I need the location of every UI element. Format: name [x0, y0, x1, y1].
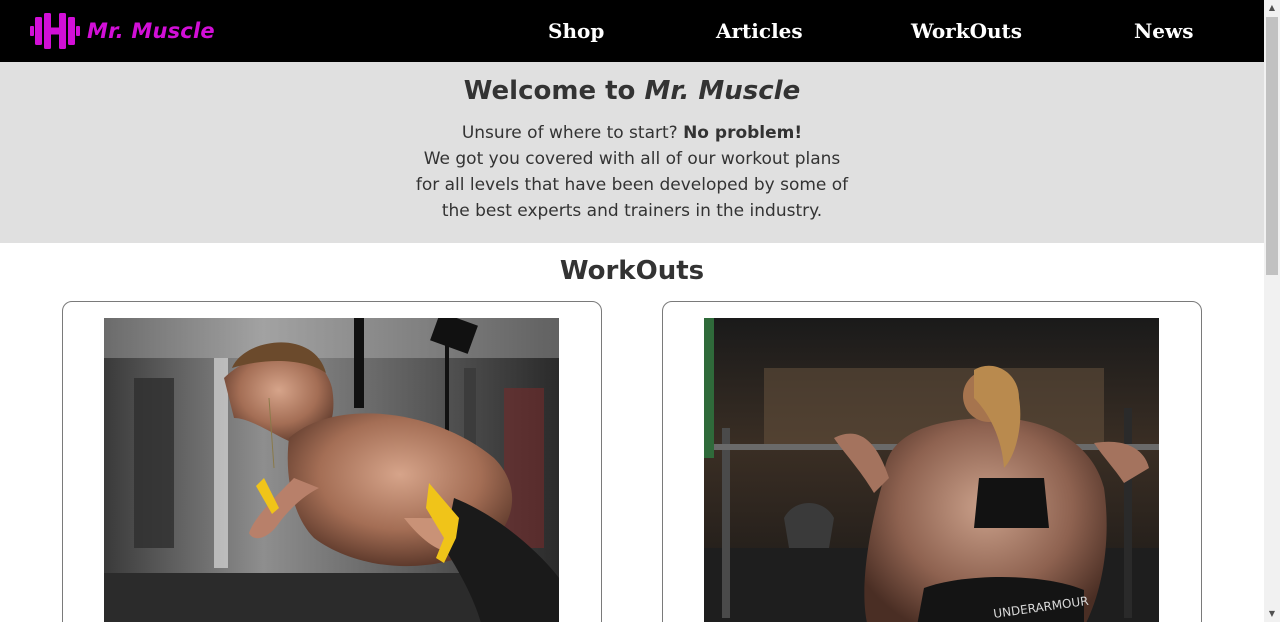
hero-line-1: Unsure of where to start? No problem!: [0, 120, 1264, 146]
hero-title: Welcome to Mr. Muscle: [0, 75, 1264, 107]
scroll-down-arrow-icon[interactable]: ▼: [1264, 606, 1280, 622]
nav-link-shop[interactable]: Shop: [548, 18, 604, 44]
hero-title-brand: Mr. Muscle: [644, 76, 801, 106]
hero-section: Welcome to Mr. Muscle Unsure of where to…: [0, 62, 1264, 243]
dumbbell-icon: [30, 13, 80, 49]
hero-line-4: the best experts and trainers in the ind…: [441, 201, 823, 221]
scroll-up-arrow-icon[interactable]: ▲: [1264, 0, 1280, 16]
page: Mr. Muscle Shop Articles WorkOuts News W…: [0, 0, 1264, 622]
scroll-thumb[interactable]: [1266, 17, 1278, 275]
nav-link-workouts[interactable]: WorkOuts: [911, 18, 1022, 44]
navbar: Mr. Muscle Shop Articles WorkOuts News: [0, 0, 1264, 62]
man-suspension-trainer-photo: [104, 318, 559, 622]
vertical-scrollbar[interactable]: ▲ ▼: [1264, 0, 1280, 622]
hero-line-2: We got you covered with all of our worko…: [423, 149, 841, 169]
hero-line-1-bold: No problem!: [683, 123, 803, 143]
woman-barbell-squat-photo: UNDERARMOUR: [704, 318, 1159, 622]
brand-name: Mr. Muscle: [87, 19, 215, 43]
workout-card-image[interactable]: UNDERARMOUR: [704, 318, 1159, 622]
workouts-title: WorkOuts: [559, 256, 705, 286]
workout-card[interactable]: UNDERARMOUR: [662, 301, 1202, 622]
hero-line-3: for all levels that have been developed …: [415, 175, 849, 195]
hero-line-1-text: Unsure of where to start?: [461, 123, 684, 143]
hero-description: Unsure of where to start? No problem! We…: [0, 120, 1264, 224]
workout-card[interactable]: [62, 301, 602, 622]
workout-card-image[interactable]: [104, 318, 559, 622]
brand-logo-link[interactable]: Mr. Muscle: [30, 13, 215, 49]
nav-link-news[interactable]: News: [1134, 18, 1193, 44]
hero-title-prefix: Welcome to: [463, 76, 645, 106]
nav-link-articles[interactable]: Articles: [716, 18, 803, 44]
